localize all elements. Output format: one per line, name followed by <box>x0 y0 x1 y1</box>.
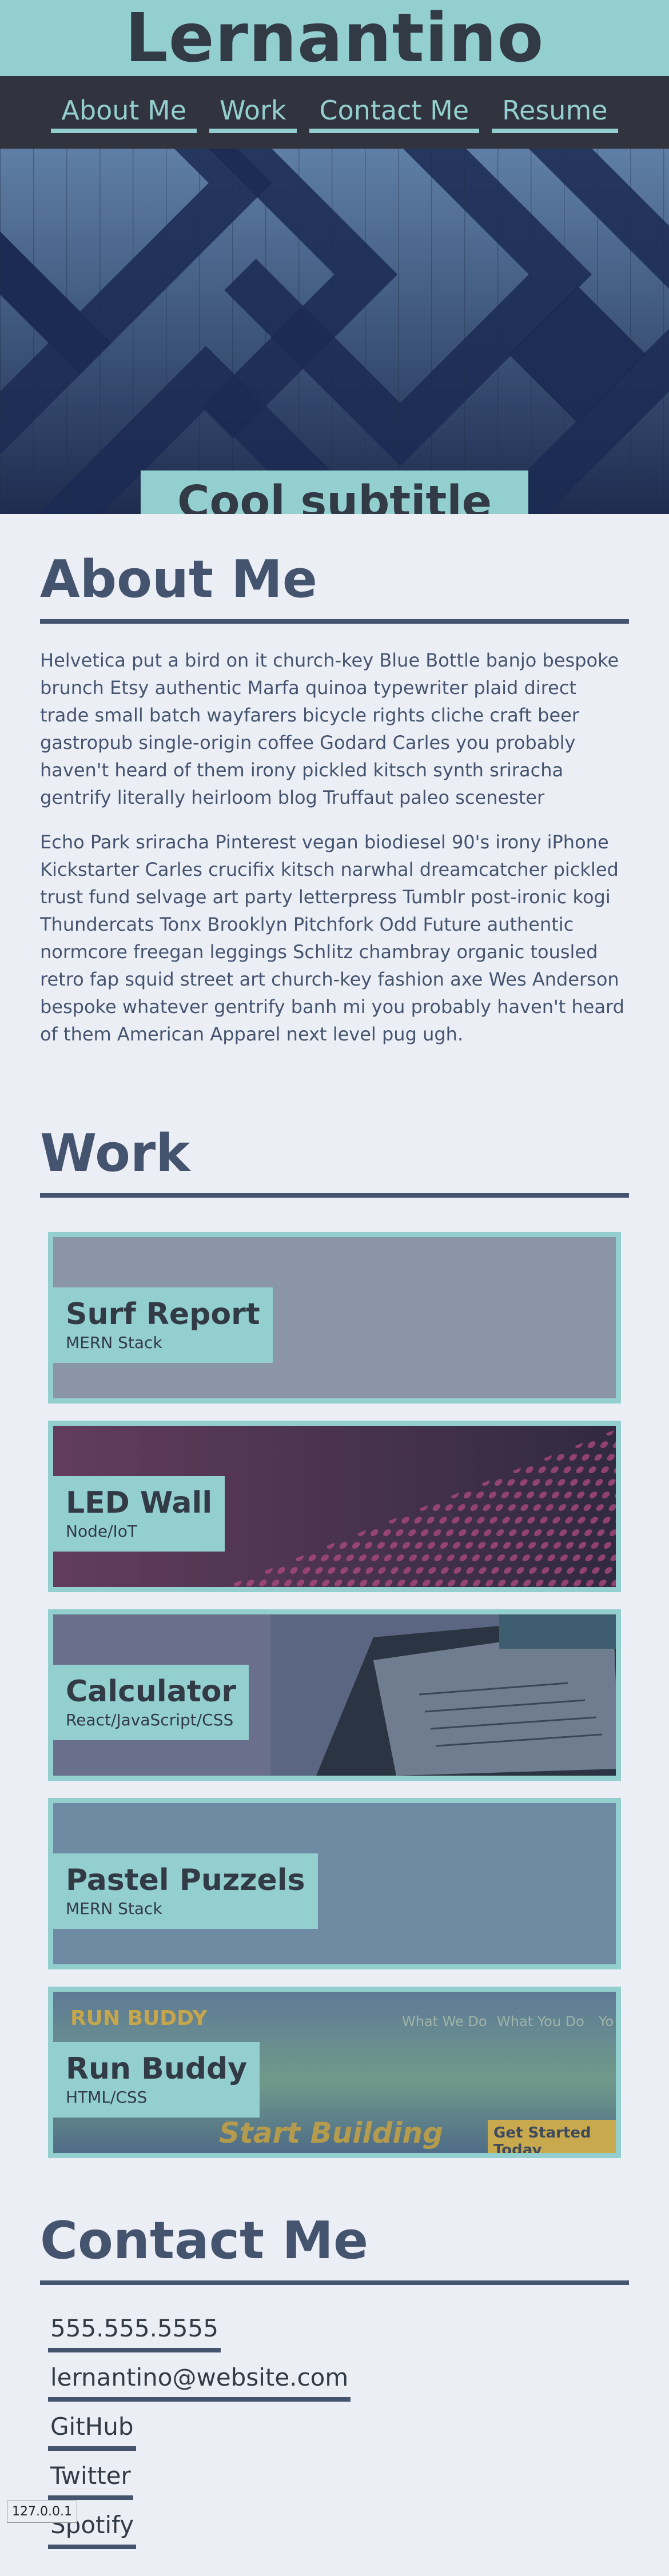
project-stack: Node/IoT <box>66 1522 138 1541</box>
nav-link-about[interactable]: About Me <box>51 95 197 133</box>
contact-email-link[interactable]: lernantino@website.com <box>48 2363 351 2402</box>
work-section: Work Surf Report MERN Stack LED Wall Nod… <box>0 1048 669 2158</box>
hero-background-image <box>0 149 669 514</box>
project-label: Calculator React/JavaScript/CSS <box>53 1665 249 1740</box>
project-card-calculator[interactable]: Calculator React/JavaScript/CSS <box>48 1609 621 1781</box>
project-label: Pastel Puzzels MERN Stack <box>53 1853 318 1929</box>
site-title: Lernantino <box>125 0 544 77</box>
project-title: Pastel Puzzels <box>66 1863 305 1897</box>
project-card-run-buddy[interactable]: RUN BUDDY What We Do What You Do Yo Star… <box>48 1987 621 2158</box>
site-header: Lernantino <box>0 0 669 76</box>
contact-twitter-link[interactable]: Twitter <box>48 2461 133 2500</box>
project-title: Calculator <box>66 1674 237 1709</box>
nav-link-contact[interactable]: Contact Me <box>309 95 480 133</box>
thumbnail-brand: RUN BUDDY <box>70 2007 208 2030</box>
about-heading: About Me <box>40 554 629 624</box>
thumbnail-cta: Get Started Today <box>488 2120 616 2153</box>
project-stack: MERN Stack <box>66 1333 162 1352</box>
project-title: LED Wall <box>66 1486 213 1520</box>
status-bar-url: 127.0.0.1 <box>7 2501 77 2523</box>
nav-link-resume[interactable]: Resume <box>492 95 618 133</box>
project-stack: MERN Stack <box>66 1899 162 1918</box>
project-title: Surf Report <box>66 1297 260 1331</box>
project-card-led-wall[interactable]: LED Wall Node/IoT <box>48 1421 621 1592</box>
contact-github-link[interactable]: GitHub <box>48 2412 136 2451</box>
contact-section: Contact Me 555.555.5555 lernantino@websi… <box>0 2175 669 2549</box>
contact-phone-link[interactable]: 555.555.5555 <box>48 2314 221 2352</box>
about-paragraph: Echo Park sriracha Pinterest vegan biodi… <box>40 831 624 1045</box>
thumbnail-nav-item: What We Do <box>402 2013 487 2029</box>
nav-link-work[interactable]: Work <box>209 95 297 133</box>
about-section: About Me Helvetica put a bird on it chur… <box>0 514 669 1048</box>
project-label: Surf Report MERN Stack <box>53 1287 273 1363</box>
project-stack: React/JavaScript/CSS <box>66 1710 234 1729</box>
project-list: Surf Report MERN Stack LED Wall Node/IoT… <box>40 1198 629 2158</box>
contact-heading: Contact Me <box>40 2215 629 2285</box>
thumbnail-tagline: Start Building <box>219 2116 443 2150</box>
about-paragraph: Helvetica put a bird on it church-key Bl… <box>40 649 619 808</box>
thumbnail-nav-item: Yo <box>599 2013 614 2029</box>
main-nav: About Me Work Contact Me Resume <box>0 76 669 149</box>
project-title: Run Buddy <box>66 2052 248 2086</box>
project-stack: HTML/CSS <box>66 2088 148 2107</box>
project-label: Run Buddy HTML/CSS <box>53 2042 260 2118</box>
work-heading: Work <box>40 1128 629 1198</box>
thumbnail-nav-item: What You Do <box>497 2013 584 2029</box>
project-card-surf-report[interactable]: Surf Report MERN Stack <box>48 1232 621 1403</box>
hero-banner: Cool subtitle here! <box>0 149 669 514</box>
contact-list: 555.555.5555 lernantino@website.com GitH… <box>40 2285 629 2549</box>
project-card-pastel-puzzels[interactable]: Pastel Puzzels MERN Stack <box>48 1798 621 1969</box>
project-label: LED Wall Node/IoT <box>53 1476 225 1552</box>
hero-subtitle: Cool subtitle here! <box>141 470 528 514</box>
